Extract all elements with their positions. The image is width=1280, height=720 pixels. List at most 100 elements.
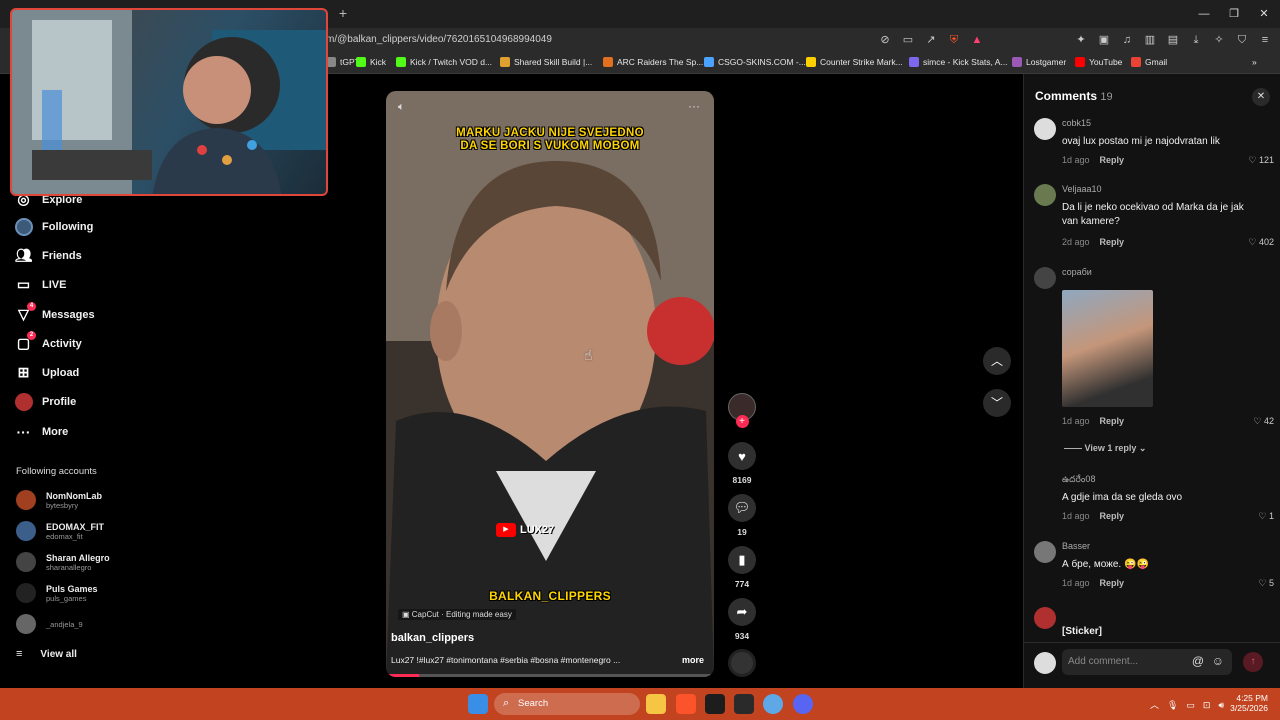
comment-like-button[interactable]: ♡ 5 xyxy=(1258,578,1274,589)
vpn-icon[interactable]: ⛉ xyxy=(1235,33,1249,47)
bookmark-item[interactable]: CSGO-SKINS.COM -... xyxy=(704,57,806,67)
bookmark-item[interactable]: Shared Skill Build |... xyxy=(500,57,592,67)
nav-live[interactable]: ▭ LIVE xyxy=(14,275,67,294)
bookmark-item[interactable]: Gmail xyxy=(1131,57,1167,67)
reply-button[interactable]: Reply xyxy=(1100,578,1125,588)
following-account[interactable]: _andjela_9 xyxy=(16,614,83,634)
bookmark-item[interactable]: ARC Raiders The Sp... xyxy=(603,57,703,67)
clock[interactable]: 4:25 PM 3/25/2026 xyxy=(1226,693,1268,713)
nav-upload[interactable]: ⊞ Upload xyxy=(14,363,80,382)
windows-start-icon[interactable] xyxy=(468,694,488,714)
nav-profile[interactable]: Profile xyxy=(14,392,76,411)
extensions-icon[interactable]: ✦ xyxy=(1074,33,1088,47)
bookmark-favicon-icon xyxy=(704,57,714,67)
reply-button[interactable]: Reply xyxy=(1100,416,1125,426)
view-replies-button[interactable]: —— View 1 reply ⌄ xyxy=(1064,443,1146,454)
nav-messages[interactable]: ▽ 4 Messages xyxy=(14,302,95,324)
reply-button[interactable]: Reply xyxy=(1100,237,1125,247)
obs-icon[interactable] xyxy=(705,694,725,714)
discord-icon[interactable] xyxy=(793,694,813,714)
close-window-icon[interactable]: ✕ xyxy=(1256,6,1272,22)
next-video-button[interactable]: ﹀ xyxy=(983,389,1011,417)
new-tab-button[interactable]: + xyxy=(335,5,351,21)
comment-button[interactable]: 💬︎ 19 xyxy=(726,494,758,537)
settings-app-icon[interactable] xyxy=(763,694,783,714)
following-account[interactable]: EDOMAX_FIT edomax_fit xyxy=(16,521,104,541)
avatar[interactable] xyxy=(1034,118,1056,140)
wallet-icon[interactable]: ▣ xyxy=(1097,33,1111,47)
view-all-link[interactable]: ≡ View all xyxy=(16,648,77,660)
avatar[interactable] xyxy=(1034,474,1056,496)
save-button[interactable]: ▮ 774 xyxy=(726,546,758,589)
following-account[interactable]: Sharan Allegro sharanallegro xyxy=(16,552,110,572)
video-author[interactable]: balkan_clippers xyxy=(391,632,474,644)
capcut-icon: ▣ xyxy=(402,610,412,619)
emoji-icon[interactable]: ☺ xyxy=(1212,654,1224,668)
nav-more[interactable]: ··· More xyxy=(14,422,69,441)
wallet2-icon[interactable]: ▤ xyxy=(1166,33,1180,47)
progress-track[interactable] xyxy=(386,674,714,677)
avatar xyxy=(16,521,36,541)
comment-like-button[interactable]: ♡ 1 xyxy=(1258,511,1274,522)
capcut-tag[interactable]: ▣ CapCut · Editing made easy xyxy=(398,609,516,620)
brave-rewards-icon[interactable]: ▲ xyxy=(970,33,984,47)
music-icon[interactable]: ♫ xyxy=(1120,33,1134,47)
friends-icon: 👥︎ xyxy=(14,247,33,263)
previous-video-button[interactable]: ︿ xyxy=(983,347,1011,375)
nav-friends[interactable]: 👥︎ Friends xyxy=(14,246,82,265)
file-explorer-icon[interactable] xyxy=(646,694,666,714)
video-player[interactable]: 🔈︎ ··· MARKU JACKU NIJE SVEJEDNO DA SE B… xyxy=(386,91,714,677)
reader-off-icon[interactable]: ⊘ xyxy=(878,33,892,47)
avatar[interactable] xyxy=(1034,267,1056,289)
author-avatar-button[interactable]: + xyxy=(726,393,758,428)
menu-icon[interactable]: ≡ xyxy=(1258,33,1272,47)
music-disc-button[interactable] xyxy=(726,649,758,677)
share-button[interactable]: ➦ 934 xyxy=(726,598,758,641)
restore-icon[interactable]: ❐ xyxy=(1226,6,1242,22)
bookmark-item[interactable]: YouTube xyxy=(1075,57,1122,67)
url-field[interactable]: m/@balkan_clippers/video/762016510496899… xyxy=(326,34,552,45)
send-comment-button[interactable]: ↑ xyxy=(1243,652,1263,672)
bookmark-item[interactable]: Kick xyxy=(356,57,386,67)
mention-icon[interactable]: @ xyxy=(1192,654,1204,668)
nav-activity[interactable]: ▢ 2 Activity xyxy=(14,331,82,353)
brave-shield-icon[interactable]: ⛨ xyxy=(947,33,961,47)
bookmark-item[interactable]: simce - Kick Stats, A... xyxy=(909,57,1008,67)
comment-like-button[interactable]: ♡ 42 xyxy=(1253,416,1274,427)
screen-icon[interactable]: ▭ xyxy=(901,33,915,47)
share-icon[interactable]: ↗ xyxy=(924,33,938,47)
bookmark-item[interactable]: Counter Strike Mark... xyxy=(806,57,903,67)
comment-input[interactable]: Add comment... @ ☺ xyxy=(1062,649,1232,675)
chevron-down-icon: ﹀ xyxy=(990,396,1003,410)
reply-button[interactable]: Reply xyxy=(1100,511,1125,521)
minimize-icon[interactable]: — xyxy=(1196,6,1212,22)
epic-games-icon[interactable] xyxy=(734,694,754,714)
like-button[interactable]: ♥ 8169 xyxy=(726,442,758,485)
avatar xyxy=(16,552,36,572)
system-tray-icons[interactable]: ︿🎙︎▭⊡🔊︎ xyxy=(1150,698,1232,711)
follow-plus-icon[interactable]: + xyxy=(735,415,749,428)
bookmark-item[interactable]: Lostgamer xyxy=(1012,57,1066,67)
mute-icon[interactable]: 🔈︎ xyxy=(398,101,405,114)
sidebar-toggle-icon[interactable]: ▥ xyxy=(1143,33,1157,47)
brave-browser-icon[interactable] xyxy=(676,694,696,714)
download-icon[interactable]: ⤓ xyxy=(1189,33,1203,47)
reply-button[interactable]: Reply xyxy=(1100,155,1125,165)
comment-like-button[interactable]: ♡ 121 xyxy=(1248,155,1274,166)
avatar[interactable] xyxy=(1034,184,1056,206)
comment-like-button[interactable]: ♡ 402 xyxy=(1248,237,1274,248)
description-more-link[interactable]: more xyxy=(682,655,704,665)
nav-following[interactable]: Following xyxy=(14,217,93,236)
avatar[interactable] xyxy=(1034,541,1056,563)
following-account[interactable]: NomNomLab bytesbyry xyxy=(16,490,102,510)
close-comments-button[interactable]: ✕ xyxy=(1252,88,1270,106)
avatar[interactable] xyxy=(1034,607,1056,629)
bookmarks-overflow-icon[interactable]: » xyxy=(1252,57,1257,67)
following-account[interactable]: Puls Games puls_games xyxy=(16,583,98,603)
bookmark-item[interactable]: Kick / Twitch VOD d... xyxy=(396,57,492,67)
video-more-icon[interactable]: ··· xyxy=(688,99,700,113)
taskbar-search[interactable]: ⌕ Search xyxy=(494,693,640,715)
comment-sticker-image[interactable] xyxy=(1062,290,1153,407)
leo-icon[interactable]: ✧ xyxy=(1212,33,1226,47)
bookmark-item[interactable]: tGPT xyxy=(326,57,360,67)
